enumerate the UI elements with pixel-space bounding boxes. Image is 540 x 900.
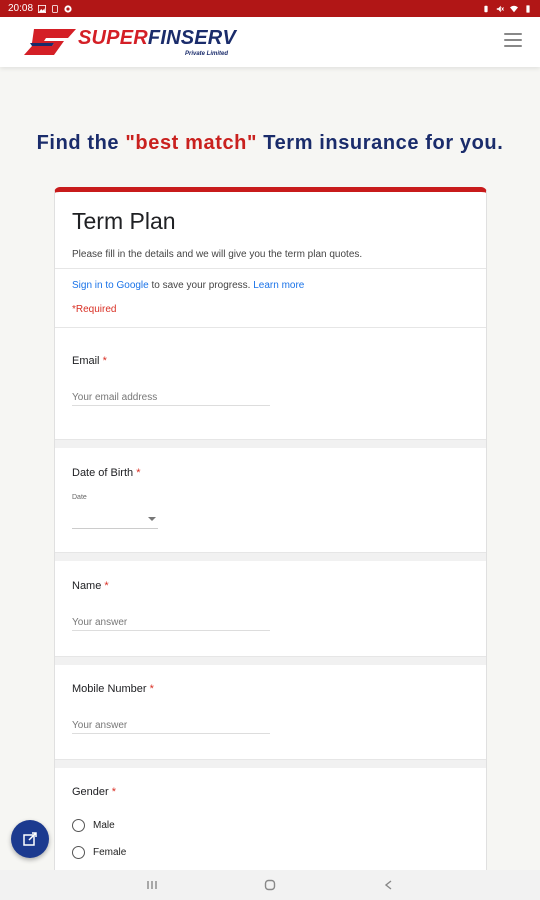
- brand-logo[interactable]: SUPERFINSERV Private Limited: [24, 27, 236, 57]
- headline-prefix: Find the: [36, 132, 126, 154]
- gender-option-female[interactable]: Female: [72, 846, 126, 859]
- question-gender: Gender * Male Female: [55, 760, 486, 886]
- gender-option-male[interactable]: Male: [72, 819, 115, 832]
- required-note: *Required: [72, 304, 117, 315]
- headline-highlight: "best match": [125, 132, 258, 154]
- signin-link[interactable]: Sign in to Google: [72, 280, 149, 291]
- open-external-button[interactable]: [11, 820, 49, 858]
- headline-suffix: Term insurance for you.: [257, 132, 504, 154]
- date-picker[interactable]: [72, 511, 158, 529]
- option-label: Female: [93, 847, 127, 858]
- site-header: SUPERFINSERV Private Limited: [0, 17, 540, 67]
- learn-more-link[interactable]: Learn more: [253, 280, 304, 291]
- gender-label: Gender: [72, 786, 109, 798]
- question-email: Email * Your email address: [55, 327, 486, 440]
- mobile-input[interactable]: Your answer: [72, 720, 270, 734]
- signin-text: to save your progress.: [148, 280, 254, 291]
- name-label: Name: [72, 580, 102, 592]
- battery-icon: [526, 4, 530, 13]
- logo-mark-icon: [24, 29, 76, 55]
- chrome-icon: [64, 4, 72, 13]
- dropdown-arrow-icon: [148, 517, 156, 521]
- back-icon[interactable]: [382, 878, 396, 892]
- email-input[interactable]: Your email address: [72, 392, 270, 406]
- required-star: *: [104, 580, 109, 592]
- hamburger-menu-icon[interactable]: [504, 33, 522, 47]
- gallery-icon: [38, 4, 47, 13]
- signin-prompt: Sign in to Google to save your progress.…: [72, 269, 486, 291]
- question-dob: Date of Birth * Date: [55, 440, 486, 553]
- question-name: Name * Your answer: [55, 553, 486, 657]
- brand-subtitle: Private Limited: [184, 51, 228, 57]
- page-headline: Find the "best match" Term insurance for…: [0, 132, 540, 155]
- mute-icon: [496, 5, 504, 12]
- required-star: *: [149, 683, 154, 695]
- home-icon[interactable]: [263, 878, 277, 892]
- system-nav-bar: [0, 870, 540, 900]
- date-sublabel: Date: [72, 494, 87, 501]
- email-label: Email: [72, 355, 100, 367]
- status-bar: 20:08: [0, 0, 540, 17]
- radio-button[interactable]: [72, 819, 85, 832]
- required-star: *: [111, 786, 117, 798]
- required-star: *: [102, 355, 107, 367]
- radio-button[interactable]: [72, 846, 85, 859]
- option-label: Male: [93, 820, 115, 831]
- form-title: Term Plan: [72, 208, 176, 234]
- question-mobile: Mobile Number * Your answer: [55, 657, 486, 760]
- recent-apps-icon[interactable]: [145, 878, 159, 892]
- brand-name-first: SUPER: [78, 27, 148, 49]
- mobile-label: Mobile Number: [72, 683, 147, 695]
- battery-saver-icon: [484, 5, 488, 12]
- dob-label: Date of Birth: [72, 467, 134, 479]
- open-external-icon: [23, 832, 37, 846]
- form-description: Please fill in the details and we will g…: [72, 249, 363, 260]
- brand-name-rest: FINSERV: [147, 27, 236, 49]
- name-input[interactable]: Your answer: [72, 617, 270, 631]
- status-time: 20:08: [8, 3, 34, 14]
- wifi-icon: [510, 5, 518, 12]
- term-plan-form: Term Plan Please fill in the details and…: [54, 187, 487, 887]
- sim-icon: [52, 4, 58, 13]
- required-star: *: [136, 467, 141, 479]
